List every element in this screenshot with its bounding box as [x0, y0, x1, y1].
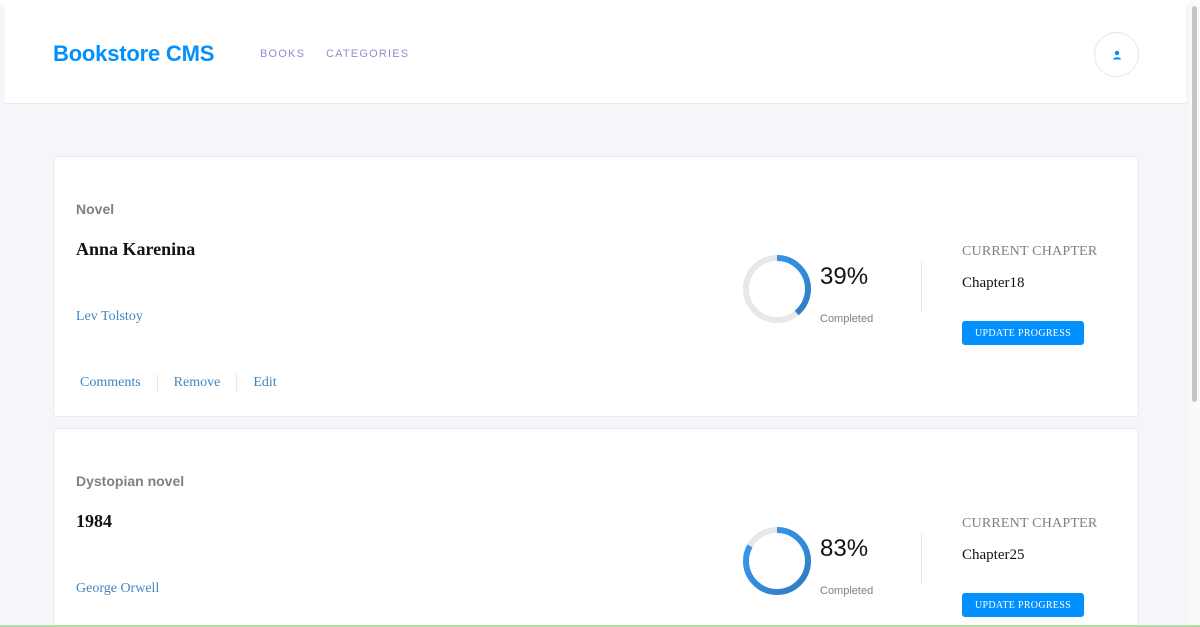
book-author[interactable]: George Orwell [76, 581, 159, 597]
completed-label: Completed [820, 313, 874, 325]
nav-categories-link[interactable]: CATEGORIES [326, 48, 409, 60]
progress-ring [743, 255, 811, 323]
book-actions: Comments Remove Edit [64, 374, 293, 392]
brand-title[interactable]: Bookstore CMS [53, 41, 214, 67]
completed-label: Completed [820, 585, 874, 597]
book-title: 1984 [76, 511, 112, 531]
progress-ring [743, 527, 811, 595]
book-genre: Dystopian novel [76, 473, 185, 489]
vertical-divider [921, 533, 922, 585]
scrollbar-thumb[interactable] [1192, 6, 1197, 402]
update-progress-button[interactable]: UPDATE PROGRESS [962, 593, 1084, 617]
current-chapter-value: Chapter25 [962, 547, 1025, 563]
progress-circle [737, 249, 817, 329]
book-author[interactable]: Lev Tolstoy [76, 309, 143, 325]
current-chapter-value: Chapter18 [962, 275, 1025, 291]
comments-button[interactable]: Comments [64, 375, 157, 391]
current-chapter-label: CURRENT CHAPTER [962, 516, 1098, 531]
book-card: Novel Anna Karenina Lev Tolstoy Comments… [53, 156, 1139, 417]
book-title: Anna Karenina [76, 239, 196, 259]
update-progress-button[interactable]: UPDATE PROGRESS [962, 321, 1084, 345]
user-avatar-button[interactable] [1094, 32, 1139, 77]
progress-percent: 83% [820, 535, 869, 562]
vertical-scrollbar[interactable] [1189, 0, 1200, 627]
user-icon [1112, 50, 1121, 59]
current-chapter-label: CURRENT CHAPTER [962, 244, 1098, 259]
progress-percent: 39% [820, 263, 869, 290]
progress-circle [737, 521, 817, 601]
remove-button[interactable]: Remove [158, 375, 237, 391]
book-card: Dystopian novel 1984 George Orwell 83% C… [53, 428, 1139, 627]
vertical-divider [921, 261, 922, 313]
header: Bookstore CMS BOOKS CATEGORIES [5, 5, 1186, 104]
nav-books-link[interactable]: BOOKS [260, 48, 305, 60]
book-genre: Novel [76, 201, 115, 217]
edit-button[interactable]: Edit [237, 375, 292, 391]
